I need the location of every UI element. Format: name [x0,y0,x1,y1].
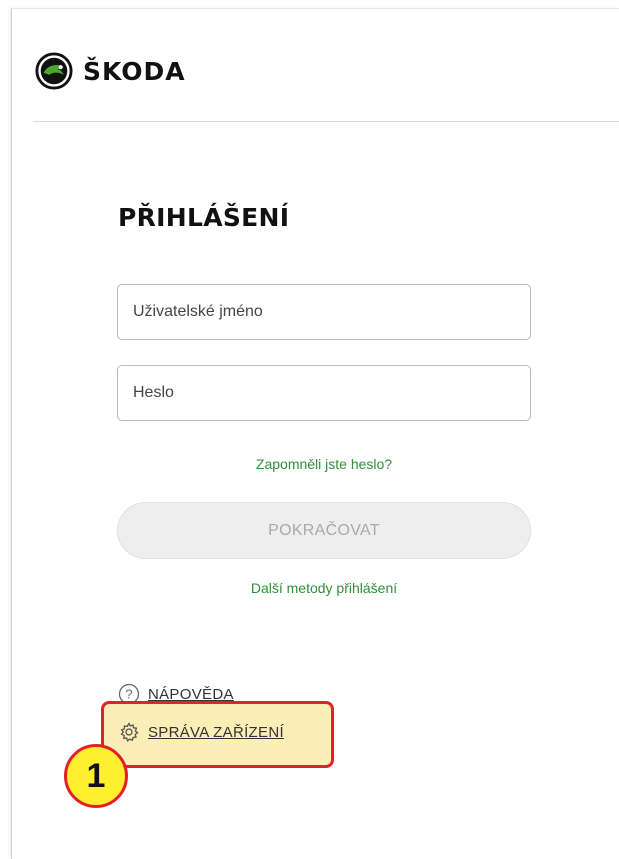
svg-text:?: ? [125,687,132,702]
login-page: ŠKODA PŘIHLÁŠENÍ Zapomněli jste heslo? P… [0,0,619,859]
forgot-password-link[interactable]: Zapomněli jste heslo? [117,456,531,472]
step-number-badge: 1 [64,744,128,808]
page-title: PŘIHLÁŠENÍ [118,203,290,232]
password-field[interactable] [117,365,531,421]
brand-name: ŠKODA [83,56,186,86]
username-input[interactable] [118,285,530,339]
other-login-methods-link[interactable]: Další metody přihlášení [117,580,531,596]
device-management-link[interactable]: SPRÁVA ZAŘÍZENÍ [118,721,284,743]
skoda-logo-icon[interactable] [35,52,73,90]
header: ŠKODA [35,48,186,94]
password-input[interactable] [118,366,530,420]
device-management-label: SPRÁVA ZAŘÍZENÍ [148,723,284,741]
username-field[interactable] [117,284,531,340]
gear-icon [120,722,139,742]
header-divider [33,121,619,122]
help-link-label: NÁPOVĚDA [148,685,234,703]
continue-button[interactable]: POKRAČOVAT [117,502,531,559]
